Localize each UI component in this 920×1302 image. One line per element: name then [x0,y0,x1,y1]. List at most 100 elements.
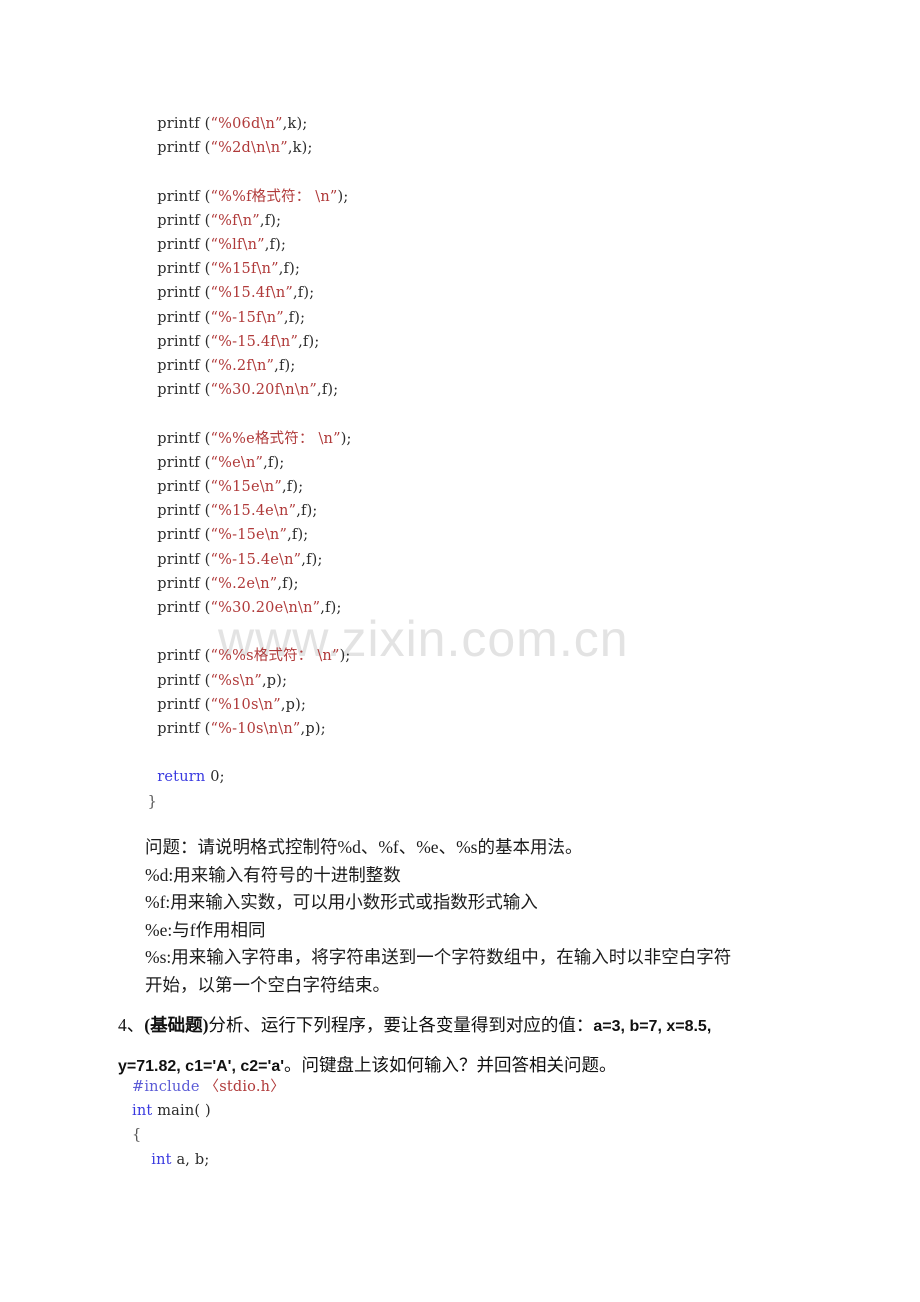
code-token-str: “%15.4f\n” [210,285,293,302]
code-top-line: printf (“%s\n”,p); [138,669,352,693]
code-token-plain: ); [337,188,349,205]
code-token-plain: printf ( [138,212,211,229]
code-token-str: “%.2e\n” [210,575,278,592]
code-token-plain: printf ( [138,648,211,665]
code-top-line: printf (“%lf\n”,f); [138,233,352,257]
code-token-plain: printf ( [138,382,211,399]
code-top-line: printf (“%30.20f\n\n”,f); [138,378,352,402]
code-token-plain: printf ( [138,285,211,302]
code-token-plain: printf ( [138,237,211,253]
code-token-plain: 0; [205,769,225,786]
code-token-str: “%06d\n” [210,116,283,132]
code-token-str: “%-10s\n\n” [210,721,301,738]
code-token-plain: ,f); [283,309,306,326]
code-token-str: “%%s格式符： \n” [210,648,340,665]
code-block-question-4-program: #include 〈stdio.h〉 int main( ) { int a, b; [132,1075,285,1172]
code-token-plain: ,p); [280,696,307,713]
code-token-str: “%15.4e\n” [210,503,297,520]
code-token-plain: printf ( [138,721,211,738]
code-top-line: printf (“%15e\n”,f); [138,475,352,499]
code-top-line: printf (“%%s格式符： \n”); [138,644,352,668]
code-token-plain: ,p); [300,721,326,738]
code-top-line: printf (“%15.4e\n”,f); [138,499,352,523]
code-top-line: printf (“%06d\n”,k); [138,112,352,136]
code-token-plain: printf ( [138,575,211,592]
code-token-plain: a, b; [171,1151,210,1168]
code-top-line: printf (“%-15f\n”,f); [138,306,352,330]
explanation-line: %e:与f作用相同 [145,919,266,940]
question-4-number: 4、 [118,1015,145,1035]
code-token-plain: ,f); [292,285,315,302]
code-token-plain: printf ( [138,430,211,447]
code-token-str: “%2d\n\n” [210,140,288,157]
code-token-str: “%s\n” [210,672,262,689]
code-top-line: printf (“%.2f\n”,f); [138,354,352,378]
code-token-pre: #include [132,1079,205,1095]
code-token-plain: main( ) [152,1103,211,1120]
code-token-plain: printf ( [138,261,211,278]
code-token-brace: } [138,793,158,810]
code-top-line: printf (“%-15.4f\n”,f); [138,330,352,354]
code-top-line: printf (“%%e格式符： \n”); [138,427,352,451]
code-token-str: “%%e格式符： \n” [210,430,341,447]
code-token-plain: printf ( [138,333,211,350]
code-token-plain: printf ( [138,140,211,157]
code-top-line [138,160,352,184]
code-top-line: printf (“%e\n”,f); [138,451,352,475]
code-token-plain: ,f); [320,600,342,617]
question-4-line-1: 4、(基础题)分析、运行下列程序，要让各变量得到对应的值：a=3, b=7, x… [118,1006,833,1046]
code-token-plain: ); [340,430,352,447]
question-4-line2-text: 。问键盘上该如何输入？并回答相关问题。 [284,1055,617,1075]
code-token-plain: printf ( [138,527,211,544]
code-token-kw: int [151,1151,172,1168]
code-token-plain: printf ( [138,358,211,375]
code-token-plain: ,f); [287,527,309,544]
question-4-line1-values: a=3, b=7, x=8.5, [593,1018,712,1035]
code-token-plain: ,f); [317,382,339,399]
question-4-line1-text: 分析、运行下列程序，要让各变量得到对应的值： [208,1015,594,1035]
code-top-line: printf (“%15.4f\n”,f); [138,281,352,305]
question-4-line2-values: y=71.82, c1='A', c2='a' [118,1058,285,1075]
code-top-line: printf (“%30.20e\n\n”,f); [138,596,352,620]
code-bottom-line: { [132,1123,285,1147]
question-4-tag: (基础题) [144,1015,209,1035]
code-token-str: “%15e\n” [210,479,282,496]
code-token-str: “%-15f\n” [210,309,284,326]
code-top-line: printf (“%.2e\n”,f); [138,572,352,596]
code-token-plain: printf ( [138,696,211,713]
code-top-line: printf (“%%f格式符： \n”); [138,185,352,209]
code-top-line: printf (“%-15.4e\n”,f); [138,548,352,572]
code-token-str: “%10s\n” [210,696,281,713]
code-token-plain: ,f); [278,261,301,278]
code-bottom-line: #include 〈stdio.h〉 [132,1075,285,1099]
code-token-plain: printf ( [138,551,211,568]
code-token-plain: ,f); [301,551,323,568]
code-token-plain: ,f); [263,454,285,471]
code-token-brace: { [132,1127,142,1144]
code-token-str: 〈stdio.h〉 [204,1079,285,1095]
code-block-printf-examples: printf (“%06d\n”,k); printf (“%2d\n\n”,k… [138,112,352,814]
code-token-plain: printf ( [138,454,211,471]
code-bottom-line: int a, b; [132,1148,285,1172]
code-token-plain: ,p); [261,672,288,689]
code-token-kw: int [132,1103,153,1120]
code-token-plain: printf ( [138,503,211,520]
code-token-plain: ,f); [296,503,318,520]
code-token-plain: ); [339,648,351,665]
code-token-plain: printf ( [138,672,211,689]
code-token-plain: ,f); [259,212,282,229]
code-token-plain: printf ( [138,309,211,326]
explanation-line: %f:用来输入实数，可以用小数形式或指数形式输入 [145,892,538,912]
code-token-kw: return [157,769,206,786]
explanation-line: 开始，以第一个空白字符结束。 [145,974,390,995]
code-token-str: “%f\n” [210,212,260,229]
explanation-line: %s:用来输入字符串，将字符串送到一个字符数组中，在输入时以非空白字符 [145,947,732,967]
code-token-str: “%%f格式符： \n” [210,188,338,205]
explanation-line: 问题：请说明格式控制符%d、%f、%e、%s的基本用法。 [145,837,583,857]
code-top-line: printf (“%-10s\n\n”,p); [138,717,352,741]
document-page: printf (“%06d\n”,k); printf (“%2d\n\n”,k… [0,0,920,1302]
code-token-plain: ,f); [298,333,320,350]
code-token-str: “%-15e\n” [210,527,288,544]
code-top-line [138,620,352,644]
